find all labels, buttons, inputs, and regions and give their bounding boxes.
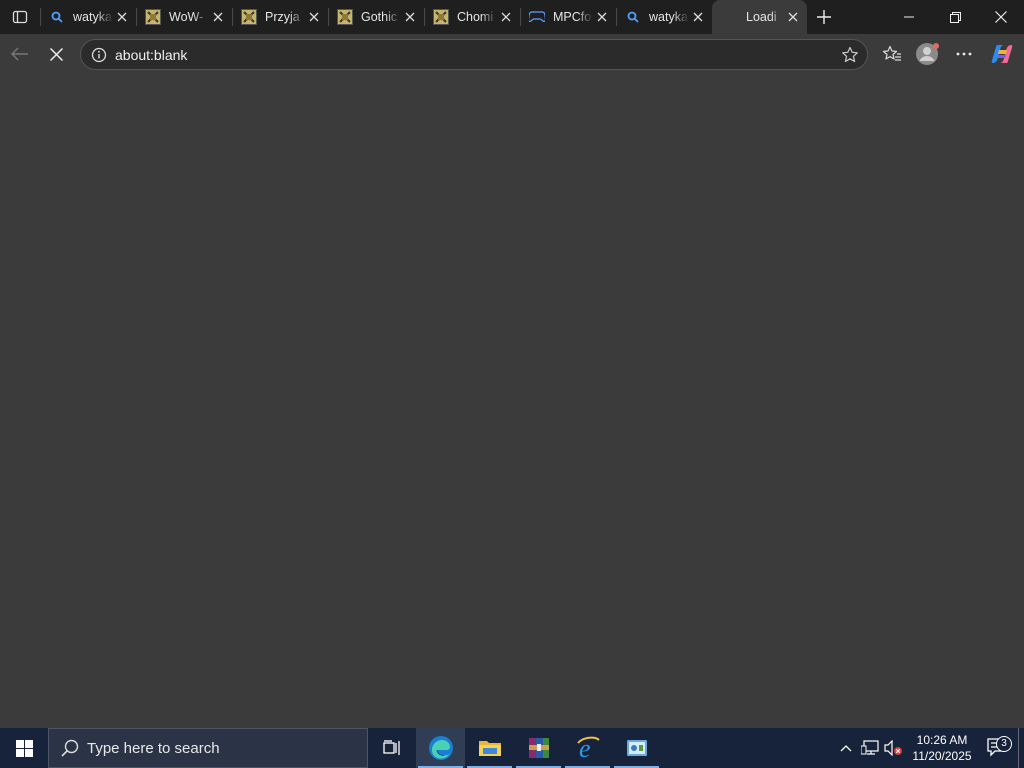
new-tab-button[interactable]: [807, 0, 841, 34]
taskbar-search-box[interactable]: Type here to search: [48, 728, 368, 768]
site-favicon-icon: [433, 9, 449, 25]
tab-title: Przyja: [265, 10, 300, 24]
task-view-button[interactable]: [368, 728, 416, 768]
search-placeholder: Type here to search: [87, 739, 220, 757]
tab-3[interactable]: Przyja: [233, 0, 328, 34]
clock[interactable]: 10:26 AM 11/20/2025: [906, 732, 978, 764]
tab-actions-button[interactable]: [0, 0, 40, 34]
favorites-icon: [882, 45, 901, 61]
tab-close-icon[interactable]: [594, 9, 610, 25]
restore-icon: [949, 11, 961, 23]
search-icon: [61, 739, 79, 757]
taskbar-app-file-explorer[interactable]: [465, 728, 514, 768]
taskbar-app-edge[interactable]: [416, 728, 465, 768]
taskbar: Type here to search e 10:26 AM 11/20/202…: [0, 728, 1024, 768]
address-url: about:blank: [115, 46, 188, 63]
network-button[interactable]: [858, 728, 882, 768]
folder-icon: [478, 741, 501, 756]
tab-7[interactable]: watyka: [617, 0, 712, 34]
window-controls: [886, 0, 1024, 34]
winrar-icon: [528, 738, 549, 758]
tab-title: MPCfo: [553, 10, 592, 24]
close-window-button[interactable]: [978, 0, 1024, 34]
tab-title: Loadi: [746, 10, 777, 24]
avatar-icon: [916, 43, 939, 65]
tab-2[interactable]: WoW-: [137, 0, 232, 34]
start-button[interactable]: [0, 728, 48, 768]
network-icon: [861, 740, 879, 755]
tab-bar: watyka WoW- Przyja Gothic Chomi MPCfo wa…: [0, 0, 1024, 34]
tab-6[interactable]: MPCfo: [521, 0, 616, 34]
volume-button[interactable]: [882, 728, 906, 768]
taskbar-app-winrar[interactable]: [514, 728, 563, 768]
minimize-button[interactable]: [886, 0, 932, 34]
tab-title: Chomi: [457, 10, 494, 24]
page-content[interactable]: [0, 74, 1024, 728]
profile-button[interactable]: [912, 38, 944, 70]
tab-close-icon[interactable]: [306, 9, 322, 25]
gamepad-icon: [529, 9, 545, 25]
search-icon: [625, 9, 641, 25]
control-panel-icon: [626, 740, 647, 756]
system-tray: 10:26 AM 11/20/2025 3: [834, 728, 1024, 768]
back-arrow-icon: [11, 47, 28, 61]
close-icon: [995, 11, 1007, 23]
copilot-icon: [991, 45, 1013, 63]
clock-time: 10:26 AM: [916, 733, 968, 747]
tab-close-icon[interactable]: [785, 9, 801, 25]
tab-close-icon[interactable]: [210, 9, 226, 25]
show-desktop-button[interactable]: [1018, 728, 1024, 768]
tab-actions-icon: [12, 10, 28, 24]
settings-more-button[interactable]: [948, 38, 980, 70]
tab-close-icon[interactable]: [690, 9, 706, 25]
tab-close-icon[interactable]: [498, 9, 514, 25]
clock-date: 11/20/2025: [912, 749, 972, 763]
restore-button[interactable]: [932, 0, 978, 34]
notification-count-badge: 3: [996, 736, 1012, 752]
more-icon: [956, 52, 972, 56]
tab-close-icon[interactable]: [402, 9, 418, 25]
chevron-up-icon: [840, 745, 852, 752]
back-button[interactable]: [4, 38, 36, 70]
taskbar-app-control-panel[interactable]: [612, 728, 661, 768]
show-hidden-icons-button[interactable]: [834, 728, 858, 768]
minimize-icon: [904, 16, 914, 18]
tab-title: Gothic: [361, 10, 398, 24]
tab-title: watyka: [73, 10, 112, 24]
stop-icon: [49, 47, 63, 61]
internet-explorer-icon: e: [576, 735, 600, 761]
site-favicon-icon: [241, 9, 257, 25]
stop-loading-button[interactable]: [40, 38, 72, 70]
info-icon[interactable]: [83, 47, 115, 63]
plus-icon: [817, 10, 831, 24]
volume-muted-icon: [884, 740, 902, 756]
taskbar-app-internet-explorer[interactable]: e: [563, 728, 612, 768]
tab-1[interactable]: watyka: [41, 0, 136, 34]
tab-active[interactable]: Loadi: [712, 0, 807, 34]
action-center-button[interactable]: 3: [978, 736, 1018, 758]
favorites-button[interactable]: [876, 38, 908, 70]
edge-icon: [428, 736, 453, 760]
tab-5[interactable]: Chomi: [425, 0, 520, 34]
tab-title: watyka: [649, 10, 688, 24]
copilot-button[interactable]: [986, 38, 1018, 70]
search-icon: [49, 9, 65, 25]
tab-4[interactable]: Gothic: [329, 0, 424, 34]
windows-logo-icon: [15, 739, 33, 757]
browser-toolbar: about:blank: [0, 34, 1024, 74]
site-favicon-icon: [145, 9, 161, 25]
tab-title: WoW-: [169, 10, 204, 24]
site-favicon-icon: [337, 9, 353, 25]
task-view-icon: [383, 740, 400, 755]
favorite-star-icon[interactable]: [841, 46, 859, 69]
tab-close-icon[interactable]: [114, 9, 130, 25]
address-bar[interactable]: about:blank: [80, 39, 868, 70]
